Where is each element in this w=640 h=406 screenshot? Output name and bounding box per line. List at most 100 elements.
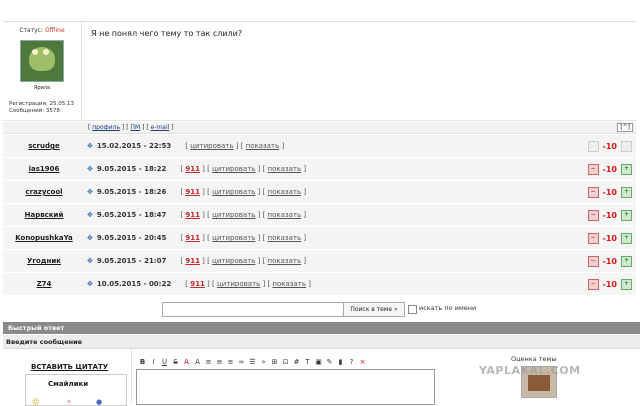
bold-icon[interactable]: B xyxy=(138,357,147,367)
search-by-name-checkbox[interactable] xyxy=(408,305,417,314)
strikethrough-icon[interactable]: S xyxy=(171,357,180,367)
vote-down-icon[interactable]: − xyxy=(587,278,599,290)
insert-quote-link[interactable]: ВСТАВИТЬ ЦИТАТУ xyxy=(31,363,108,371)
reply-score: -10 xyxy=(602,141,617,151)
vote-down-icon[interactable]: − xyxy=(587,163,599,175)
quote-reply-link[interactable]: цитировать xyxy=(190,142,233,150)
reply-meta: ✥ 9.05.2015 - 18:26 [ 911 ] [ цитировать ]… xyxy=(87,181,306,203)
align-right-icon[interactable]: ≡ xyxy=(226,357,235,367)
vote-up-icon[interactable]: + xyxy=(621,232,632,244)
post-anchor-icon[interactable]: ✥ xyxy=(87,280,93,288)
text-icon[interactable]: T xyxy=(303,357,312,367)
show-reply-link[interactable]: показать xyxy=(268,257,302,265)
vote-up-icon[interactable]: + xyxy=(621,209,632,221)
topic-search-button[interactable]: Поиск в теме » xyxy=(343,302,405,317)
post-anchor-icon[interactable]: ✥ xyxy=(87,234,93,242)
show-reply-link[interactable]: показать xyxy=(268,234,302,242)
quote-icon[interactable]: » xyxy=(259,357,268,367)
tag-911-link[interactable]: 911 xyxy=(190,280,205,288)
reply-actions: [ 911 ] [ цитировать ] [ показать ] xyxy=(180,165,307,173)
vote-up-icon[interactable]: + xyxy=(621,278,632,290)
vote-down-icon[interactable]: − xyxy=(587,232,599,244)
show-reply-link[interactable]: показать xyxy=(268,211,302,219)
align-center-icon[interactable]: ≡ xyxy=(215,357,224,367)
quote-reply-link[interactable]: цитировать xyxy=(212,211,255,219)
vote-up-icon[interactable]: + xyxy=(621,186,632,198)
reply-meta: ✥ 9.05.2015 - 18:22 [ 911 ] [ цитировать ]… xyxy=(87,158,306,180)
italic-icon[interactable]: I xyxy=(149,357,158,367)
media-icon[interactable]: ▮ xyxy=(336,357,345,367)
quote-reply-link[interactable]: цитировать xyxy=(212,188,255,196)
link-icon[interactable]: ∞ xyxy=(237,357,246,367)
edit-icon[interactable]: ✎ xyxy=(325,357,334,367)
quote-reply-link[interactable]: цитировать xyxy=(217,280,260,288)
spoiler-icon[interactable]: ⊡ xyxy=(281,357,290,367)
scroll-up-button[interactable]: [^] xyxy=(617,123,633,132)
reply-author[interactable]: Z74 xyxy=(3,273,85,295)
show-reply-link[interactable]: показать xyxy=(272,280,306,288)
list-icon[interactable]: ☰ xyxy=(248,357,257,367)
reply-row: Нарвский ✥ 9.05.2015 - 18:47 [ 911 ] [ цити… xyxy=(3,204,636,227)
vote-up-icon[interactable]: + xyxy=(621,163,632,175)
user-name[interactable]: Ярила xyxy=(3,85,81,91)
hash-icon[interactable]: # xyxy=(292,357,301,367)
align-left-icon[interactable]: ≡ xyxy=(204,357,213,367)
vote-up-icon[interactable] xyxy=(621,140,632,152)
tag-911-link[interactable]: 911 xyxy=(185,234,200,242)
pm-link[interactable]: ПМ xyxy=(130,124,140,131)
reply-score: -10 xyxy=(602,210,617,220)
status-label: Статус: xyxy=(19,27,44,34)
avatar[interactable] xyxy=(20,40,64,82)
email-link[interactable]: e-mail xyxy=(151,124,170,131)
topic-search-input[interactable] xyxy=(162,302,344,317)
vote-down-icon[interactable] xyxy=(587,140,599,152)
tag-911-link[interactable]: 911 xyxy=(185,211,200,219)
show-reply-link[interactable]: показать xyxy=(268,165,302,173)
show-reply-link[interactable]: показать xyxy=(246,142,280,150)
reply-actions: [ 911 ] [ цитировать ] [ показать ] xyxy=(185,280,311,288)
reply-author[interactable]: scrudge xyxy=(3,135,85,157)
post-user-column: Статус: Offline Ярила Регистрация: 25.05… xyxy=(3,22,82,120)
image-icon[interactable]: ▣ xyxy=(314,357,323,367)
font-color-icon[interactable]: A xyxy=(182,357,191,367)
smile-face-icon[interactable]: ☺ xyxy=(32,398,39,406)
code-icon[interactable]: ⊞ xyxy=(270,357,279,367)
quote-reply-link[interactable]: цитировать xyxy=(212,165,255,173)
help-icon[interactable]: ? xyxy=(347,357,356,367)
reply-author[interactable]: Нарвский xyxy=(3,204,85,226)
reply-row: Z74 ✥ 10.05.2015 - 00:22 [ 911 ] [ цитирова… xyxy=(3,273,636,296)
quote-reply-link[interactable]: цитировать xyxy=(212,257,255,265)
smile-ball-icon[interactable]: ● xyxy=(96,398,102,406)
underline-icon[interactable]: U xyxy=(160,357,169,367)
close-icon[interactable]: × xyxy=(358,357,367,367)
tag-911-link[interactable]: 911 xyxy=(185,165,200,173)
quick-reply-title: Быстрый ответ xyxy=(8,324,65,332)
post-anchor-icon[interactable]: ✥ xyxy=(87,142,93,150)
reply-author[interactable]: Угодник xyxy=(3,250,85,272)
quote-reply-link[interactable]: цитировать xyxy=(212,234,255,242)
profile-link[interactable]: профиль xyxy=(92,124,120,131)
reply-author[interactable]: KonopushkaYa xyxy=(3,227,85,249)
smile-sparkle-icon[interactable]: ✧ xyxy=(66,398,72,406)
smileys-label: Смайлики xyxy=(48,380,89,388)
vote-down-icon[interactable]: − xyxy=(587,209,599,221)
tag-911-link[interactable]: 911 xyxy=(185,188,200,196)
font-size-icon[interactable]: A xyxy=(193,357,202,367)
tag-911-link[interactable]: 911 xyxy=(185,257,200,265)
reply-date: 9.05.2015 - 20:45 xyxy=(96,234,167,242)
reply-author[interactable]: ias1906 xyxy=(3,158,85,180)
post-anchor-icon[interactable]: ✥ xyxy=(87,257,93,265)
reply-author[interactable]: crazycool xyxy=(3,181,85,203)
reply-vote: − -10 + xyxy=(587,163,632,175)
reply-actions: [ 911 ] [ цитировать ] [ показать ] xyxy=(180,234,307,242)
show-reply-link[interactable]: показать xyxy=(268,188,302,196)
reply-textarea[interactable] xyxy=(136,369,435,405)
reply-date: 15.02.2015 - 22:53 xyxy=(96,142,172,150)
post-anchor-icon[interactable]: ✥ xyxy=(87,188,93,196)
reply-date: 9.05.2015 - 18:47 xyxy=(96,211,167,219)
post-anchor-icon[interactable]: ✥ xyxy=(87,211,93,219)
vote-up-icon[interactable]: + xyxy=(621,255,632,267)
vote-down-icon[interactable]: − xyxy=(587,255,599,267)
post-anchor-icon[interactable]: ✥ xyxy=(87,165,93,173)
vote-down-icon[interactable]: − xyxy=(587,186,599,198)
